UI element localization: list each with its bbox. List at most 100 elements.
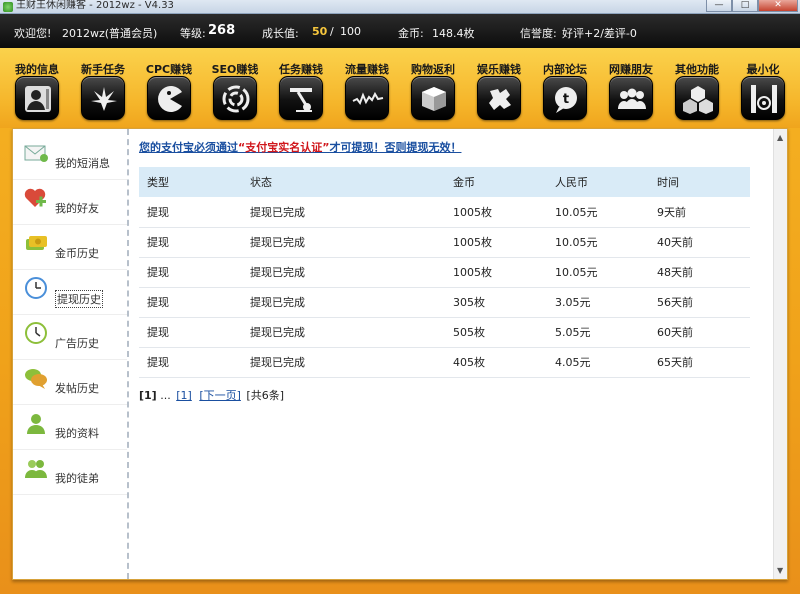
cell-coins: 305枚 bbox=[445, 287, 547, 318]
window-close-button[interactable]: ✕ bbox=[758, 0, 798, 12]
leaf-icon bbox=[81, 76, 125, 120]
sidebar-item-withdraw-history[interactable]: 提现历史 bbox=[13, 270, 127, 315]
pager-ellipsis: ... bbox=[160, 389, 171, 402]
sidebar-item-label: 我的好友 bbox=[55, 202, 99, 215]
table-row: 提现 提现已完成 1005枚 10.05元 9天前 bbox=[139, 197, 750, 228]
cell-rmb: 3.05元 bbox=[547, 287, 649, 318]
swirl-icon bbox=[213, 76, 257, 120]
tool-forum[interactable]: 内部论坛 t bbox=[532, 48, 598, 126]
joystick-icon bbox=[279, 76, 323, 120]
cell-coins: 1005枚 bbox=[445, 197, 547, 228]
tool-minimize[interactable]: 最小化 bbox=[730, 48, 796, 126]
cell-type: 提现 bbox=[139, 347, 242, 378]
tool-label: 购物返利 bbox=[411, 63, 455, 76]
pager-page-link[interactable]: [1] bbox=[176, 389, 192, 402]
growth-value: 50 bbox=[312, 25, 328, 38]
table-row: 提现 提现已完成 505枚 5.05元 60天前 bbox=[139, 317, 750, 348]
col-header-status: 状态 bbox=[242, 167, 445, 197]
cell-coins: 405枚 bbox=[445, 347, 547, 378]
tool-friends[interactable]: 网赚朋友 bbox=[598, 48, 664, 126]
cell-time: 56天前 bbox=[649, 287, 750, 318]
tool-other-functions[interactable]: 其他功能 bbox=[664, 48, 730, 126]
table-row: 提现 提现已完成 1005枚 10.05元 48天前 bbox=[139, 257, 750, 288]
table-row: 提现 提现已完成 1005枚 10.05元 40天前 bbox=[139, 227, 750, 258]
money-icon bbox=[26, 236, 47, 250]
tool-label: 其他功能 bbox=[675, 63, 719, 76]
table-row: 提现 提现已完成 405枚 4.05元 65天前 bbox=[139, 347, 750, 378]
col-header-rmb: 人民币 bbox=[547, 167, 649, 197]
clock-icon bbox=[25, 277, 47, 299]
user-icon bbox=[27, 414, 45, 434]
mail-icon bbox=[24, 145, 48, 162]
credit-value: 好评+2/差评-0 bbox=[562, 27, 637, 40]
cell-time: 60天前 bbox=[649, 317, 750, 348]
tool-shopping-rebate[interactable]: 购物返利 bbox=[400, 48, 466, 126]
table-header-row: 类型 状态 金币 人民币 时间 bbox=[139, 167, 750, 197]
users-icon bbox=[25, 460, 47, 478]
cell-type: 提现 bbox=[139, 227, 242, 258]
col-header-type: 类型 bbox=[139, 167, 242, 197]
tool-newbie-tasks[interactable]: 新手任务 bbox=[70, 48, 136, 126]
username: 2012wz(普通会员) bbox=[62, 27, 158, 40]
pager-total: [共6条] bbox=[246, 389, 284, 402]
wave-icon bbox=[345, 76, 389, 120]
box-icon bbox=[411, 76, 455, 120]
minimize-icon bbox=[741, 76, 785, 120]
app-icon bbox=[3, 2, 13, 12]
tool-label: 娱乐赚钱 bbox=[477, 63, 521, 76]
scroll-up-icon[interactable]: ▲ bbox=[777, 133, 783, 142]
vertical-scrollbar[interactable]: ▲ ▼ bbox=[773, 129, 787, 579]
main-toolbar: 我的信息 新手任务 CPC赚钱 SEO赚钱 任务赚钱 流量赚钱 购物返利 娱乐赚… bbox=[0, 48, 800, 128]
credit-label: 信誉度: bbox=[520, 27, 557, 40]
sidebar-item-friends[interactable]: 我的好友 bbox=[13, 180, 127, 225]
group-icon bbox=[609, 76, 653, 120]
coins-label: 金币: bbox=[398, 27, 424, 40]
tool-label: CPC赚钱 bbox=[145, 63, 193, 76]
sidebar-item-messages[interactable]: 我的短消息 bbox=[13, 135, 127, 180]
scroll-down-icon[interactable]: ▼ bbox=[777, 566, 783, 575]
tool-my-info[interactable]: 我的信息 bbox=[4, 48, 70, 126]
sidebar-item-my-apprentices[interactable]: 我的徒弟 bbox=[13, 450, 127, 495]
tool-label: 新手任务 bbox=[81, 63, 125, 76]
sidebar-item-coin-history[interactable]: 金币历史 bbox=[13, 225, 127, 270]
tool-cpc-earn[interactable]: CPC赚钱 bbox=[136, 48, 202, 126]
cell-rmb: 10.05元 bbox=[547, 257, 649, 288]
window-maximize-button[interactable]: □ bbox=[732, 0, 758, 12]
level-value: 268 bbox=[208, 23, 236, 38]
sidebar-item-label: 我的徒弟 bbox=[55, 472, 99, 485]
tool-traffic-earn[interactable]: 流量赚钱 bbox=[334, 48, 400, 126]
sidebar-item-post-history[interactable]: 发帖历史 bbox=[13, 360, 127, 405]
tool-label: 最小化 bbox=[746, 63, 780, 76]
welcome-text: 欢迎您! bbox=[14, 27, 52, 40]
notice-prefix: 您的支付宝必须通过 bbox=[139, 141, 238, 154]
pager-next-link[interactable]: [下一页] bbox=[199, 389, 241, 402]
tool-label: 内部论坛 bbox=[543, 63, 587, 76]
user-status-bar: 欢迎您! 2012wz(普通会员) 等级: 268 成长值: 50 / 100 … bbox=[0, 14, 800, 48]
sidebar-item-my-profile[interactable]: 我的资料 bbox=[13, 405, 127, 450]
cell-time: 48天前 bbox=[649, 257, 750, 288]
tool-entertainment-earn[interactable]: 娱乐赚钱 bbox=[466, 48, 532, 126]
chat-icon: t bbox=[543, 76, 587, 120]
growth-separator: / bbox=[330, 25, 334, 38]
growth-label: 成长值: bbox=[262, 27, 299, 40]
cell-rmb: 10.05元 bbox=[547, 227, 649, 258]
cell-type: 提现 bbox=[139, 287, 242, 318]
table-row: 提现 提现已完成 305枚 3.05元 56天前 bbox=[139, 287, 750, 318]
tool-task-earn[interactable]: 任务赚钱 bbox=[268, 48, 334, 126]
pagination: [1] ... [1] [下一页] [共6条] bbox=[139, 387, 284, 403]
sidebar-item-label: 我的短消息 bbox=[55, 157, 110, 170]
tool-label: 任务赚钱 bbox=[279, 63, 323, 76]
puzzle-icon bbox=[477, 76, 521, 120]
sidebar-item-ad-history[interactable]: 广告历史 bbox=[13, 315, 127, 360]
tool-seo-earn[interactable]: SEO赚钱 bbox=[202, 48, 268, 126]
window-minimize-button[interactable]: — bbox=[706, 0, 732, 12]
window-controls: — □ ✕ bbox=[706, 0, 798, 12]
cell-coins: 1005枚 bbox=[445, 227, 547, 258]
cell-time: 40天前 bbox=[649, 227, 750, 258]
cell-rmb: 5.05元 bbox=[547, 317, 649, 348]
pager-current: [1] bbox=[139, 389, 157, 402]
sidebar-item-label: 金币历史 bbox=[55, 247, 99, 260]
clock-green-icon bbox=[25, 322, 47, 344]
alipay-notice-link[interactable]: 您的支付宝必须通过“支付宝实名认证”才可提现！否则提现无效！ bbox=[139, 139, 461, 155]
cell-rmb: 10.05元 bbox=[547, 197, 649, 228]
